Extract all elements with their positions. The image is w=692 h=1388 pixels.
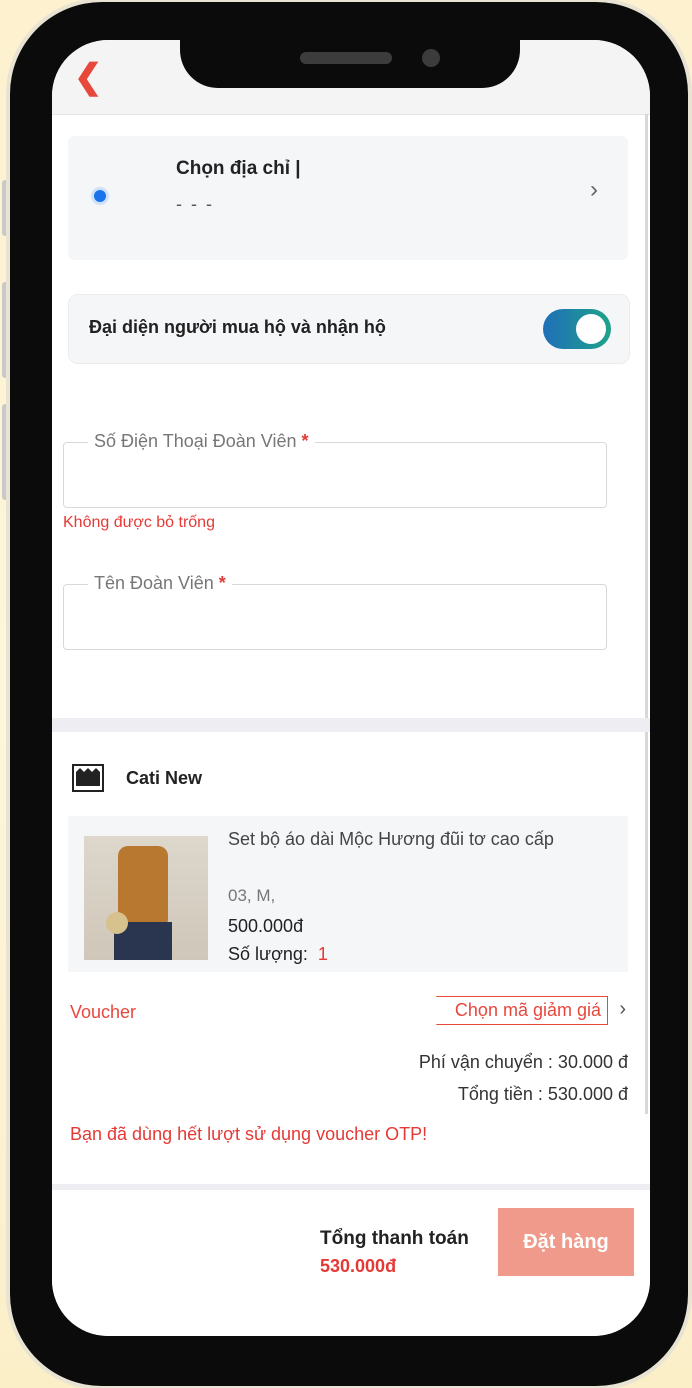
place-order-button[interactable]: Đặt hàng: [498, 1208, 634, 1276]
name-field-label: Tên Đoàn Viên *: [88, 573, 232, 594]
chevron-right-icon: ›: [590, 176, 598, 203]
chevron-right-icon[interactable]: ›: [619, 998, 626, 1021]
choose-voucher-button[interactable]: Chọn mã giảm giá: [435, 996, 608, 1025]
shop-icon: [72, 764, 104, 792]
voucher-warning: Bạn đã dùng hết lượt sử dụng voucher OTP…: [70, 1124, 428, 1144]
total-payment-value: 530.000đ: [320, 1256, 397, 1276]
quantity-value: 1: [317, 944, 328, 964]
required-mark: *: [301, 431, 309, 451]
camera: [422, 49, 440, 67]
phone-input[interactable]: [76, 455, 590, 495]
shipping-fee: Phí vận chuyển : 30.000 đ: [418, 1052, 628, 1072]
product-price: 500.000đ: [228, 916, 304, 936]
representative-toggle[interactable]: [543, 309, 611, 349]
shop-name: Cati New: [126, 768, 203, 788]
address-subtitle: - - -: [176, 194, 214, 214]
name-input[interactable]: [76, 597, 590, 637]
product-image: [84, 836, 208, 960]
checkout-footer: Tổng thanh toán 530.000đ Đặt hàng: [52, 1184, 650, 1336]
address-title: Chọn địa chỉ |: [176, 158, 301, 179]
phone-field[interactable]: Số Điện Thoại Đoàn Viên *: [63, 431, 607, 508]
chevron-left-icon[interactable]: ❮: [74, 60, 103, 94]
scrollbar[interactable]: [645, 114, 648, 1114]
phone-frame: ❮ Chọn địa chỉ | - - - › Đại diện người …: [10, 2, 688, 1386]
product-quantity: Số lượng: 1: [228, 944, 328, 964]
product-name: Set bộ áo dài Mộc Hương đũi tơ cao cấp: [228, 829, 554, 849]
radio-selected[interactable]: [94, 190, 106, 202]
section-divider: [52, 718, 650, 732]
total-payment-label: Tổng thanh toán: [320, 1228, 469, 1249]
app-screen: ❮ Chọn địa chỉ | - - - › Đại diện người …: [52, 40, 650, 1336]
voucher-label: Voucher: [70, 1002, 137, 1022]
name-field[interactable]: Tên Đoàn Viên *: [63, 573, 607, 650]
required-mark: *: [218, 573, 226, 593]
product-card[interactable]: Set bộ áo dài Mộc Hương đũi tơ cao cấp 0…: [68, 816, 628, 972]
toggle-knob: [576, 314, 606, 344]
phone-field-label: Số Điện Thoại Đoàn Viên *: [88, 431, 315, 452]
representative-row: Đại diện người mua hộ và nhận hộ: [68, 294, 630, 364]
subtotal: Tổng tiền : 530.000 đ: [457, 1084, 628, 1104]
speaker: [300, 52, 392, 64]
representative-label: Đại diện người mua hộ và nhận hộ: [89, 317, 386, 337]
product-variant: 03, M,: [228, 886, 276, 905]
notch: [180, 40, 520, 88]
phone-error: Không được bỏ trống: [63, 514, 215, 531]
address-selector[interactable]: Chọn địa chỉ | - - - ›: [68, 136, 628, 260]
